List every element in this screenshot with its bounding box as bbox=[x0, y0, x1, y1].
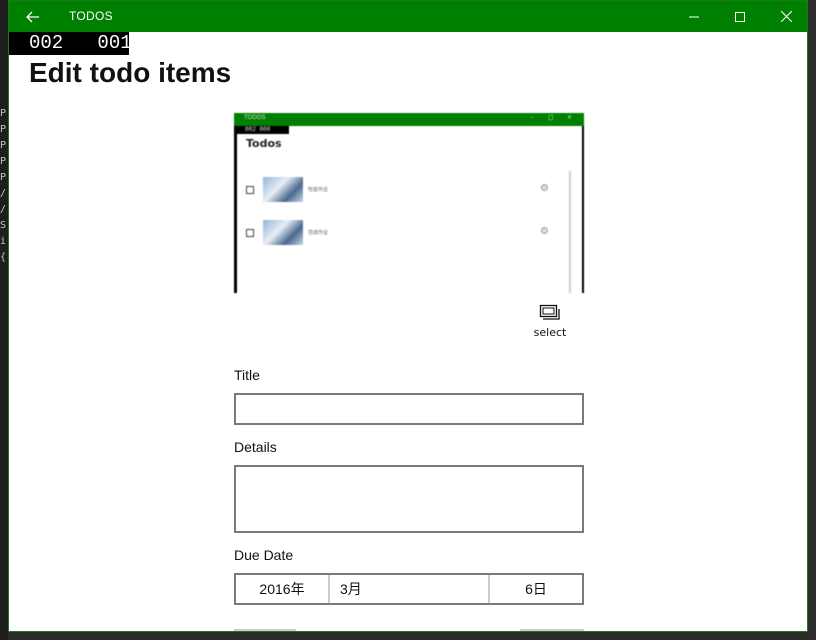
due-date-picker[interactable]: 2016年 3月 6日 bbox=[234, 573, 584, 605]
preview-settings-icon: ⚙ bbox=[540, 183, 549, 194]
frame-rate-counter: 002 001 bbox=[9, 32, 132, 55]
preview-close-icon: × bbox=[567, 114, 573, 121]
preview-maximize-icon: □ bbox=[548, 114, 554, 121]
code-line: S bbox=[0, 220, 7, 231]
maximize-icon bbox=[735, 11, 745, 22]
select-image-button[interactable]: select bbox=[520, 304, 580, 350]
title-input[interactable] bbox=[234, 393, 584, 425]
preview-frame-counter: 002 000 bbox=[237, 126, 289, 134]
app-window: TODOS 002 001 Edit todo items TODOS – □ … bbox=[8, 0, 808, 632]
preview-heading: Todos bbox=[246, 137, 282, 150]
preview-list-item: 完成作业 ⚙ bbox=[246, 220, 556, 246]
code-line: P bbox=[0, 172, 7, 183]
code-line: P bbox=[0, 108, 7, 119]
code-line: { bbox=[0, 252, 7, 263]
minimize-icon bbox=[689, 16, 699, 17]
preview-window-title: TODOS bbox=[244, 114, 266, 121]
date-day-selector[interactable]: 6日 bbox=[490, 575, 582, 603]
preview-scrollbar bbox=[569, 171, 571, 293]
preview-item-image bbox=[263, 220, 303, 245]
title-label: Title bbox=[234, 367, 260, 383]
code-line: / bbox=[0, 188, 7, 199]
preview-left-border bbox=[234, 126, 237, 293]
todo-image-preview: TODOS – □ × 002 000 Todos 吃饭作业 ⚙ 完成作业 ⚙ bbox=[234, 113, 584, 293]
close-icon bbox=[780, 11, 792, 22]
details-input[interactable] bbox=[234, 465, 584, 533]
window-title: TODOS bbox=[69, 9, 113, 23]
preview-item-image bbox=[263, 177, 303, 202]
title-bar: TODOS bbox=[9, 1, 807, 32]
preview-checkbox bbox=[246, 229, 254, 237]
preview-item-text: 完成作业 bbox=[308, 230, 329, 236]
code-line: i bbox=[0, 236, 7, 247]
details-label: Details bbox=[234, 439, 277, 455]
code-line: P bbox=[0, 140, 7, 151]
back-arrow-icon bbox=[26, 11, 39, 22]
bottom-button-right[interactable] bbox=[520, 629, 584, 631]
code-line: P bbox=[0, 124, 7, 135]
date-month-selector[interactable]: 3月 bbox=[330, 575, 490, 603]
preview-titlebar: TODOS – □ × bbox=[234, 113, 584, 126]
page-title: Edit todo items bbox=[29, 57, 232, 88]
maximize-button[interactable] bbox=[717, 1, 763, 32]
preview-right-border bbox=[582, 126, 584, 293]
background-right-strip bbox=[808, 0, 816, 640]
preview-item-text: 吃饭作业 bbox=[308, 187, 329, 193]
preview-list-item: 吃饭作业 ⚙ bbox=[246, 177, 556, 203]
back-button[interactable] bbox=[17, 1, 49, 32]
select-icon bbox=[539, 304, 560, 320]
preview-checkbox bbox=[246, 186, 254, 194]
close-button[interactable] bbox=[763, 1, 807, 32]
code-line: P bbox=[0, 156, 7, 167]
minimize-button[interactable] bbox=[671, 1, 717, 32]
select-button-label: select bbox=[533, 326, 567, 339]
preview-settings-icon: ⚙ bbox=[540, 226, 549, 237]
bottom-button-left[interactable] bbox=[234, 629, 296, 631]
preview-minimize-icon: – bbox=[530, 114, 533, 121]
code-line: / bbox=[0, 204, 7, 215]
due-date-label: Due Date bbox=[234, 547, 294, 563]
date-year-selector[interactable]: 2016年 bbox=[236, 575, 330, 603]
background-editor: P P P P P / / S i { bbox=[0, 0, 8, 640]
